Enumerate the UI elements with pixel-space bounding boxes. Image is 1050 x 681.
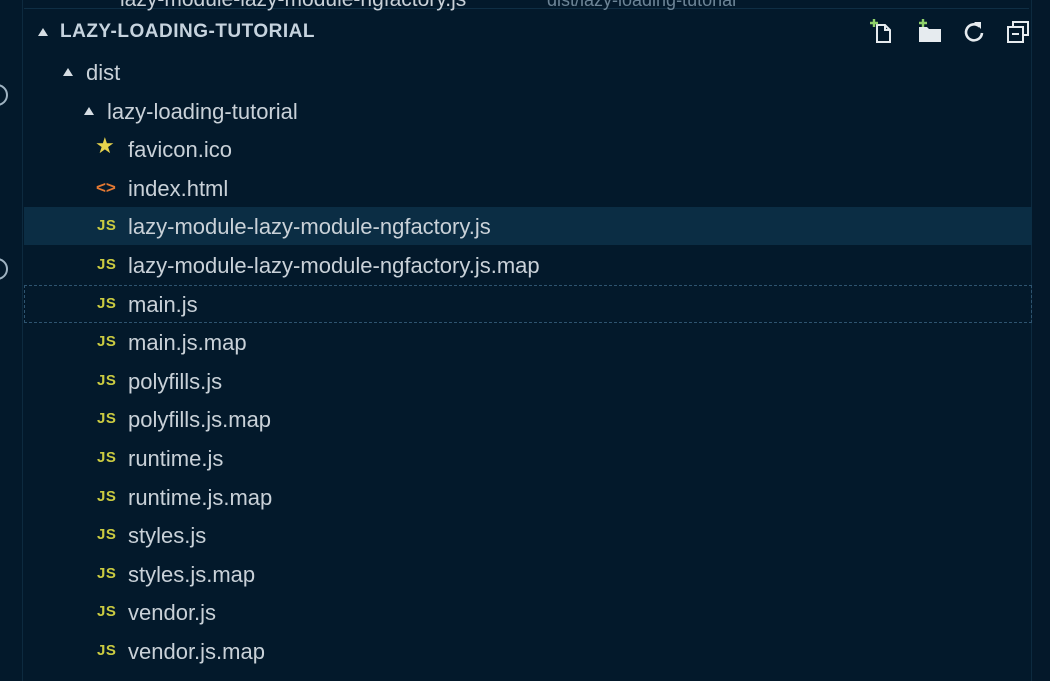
expanded-twisty-icon[interactable] [38,28,48,36]
file-label: lazy-module-lazy-module-ngfactory.js.map [128,253,540,278]
js-icon: JS [97,642,117,659]
html-icon: <> [96,177,116,197]
file-row-lazy-module-ngfactory-js-map[interactable]: JS lazy-module-lazy-module-ngfactory.js.… [24,246,1032,284]
js-icon: JS [97,603,117,621]
js-icon: JS [97,294,117,312]
expanded-twisty-icon[interactable] [84,106,94,115]
partially-visible-row[interactable]: lazy-module-lazy-module-ngfactory.js dis… [24,0,1029,12]
js-icon: JS [97,526,117,544]
expanded-twisty-icon[interactable] [63,68,73,76]
file-label: styles.js [128,523,207,549]
file-row-styles-js[interactable]: JS styles.js [24,516,1032,554]
activity-bar-edge [0,0,23,681]
star-icon: ★ [95,133,115,159]
file-row-runtime-js[interactable]: JS runtime.js [24,439,1032,477]
js-icon: JS [97,217,117,235]
file-row-styles-js-map[interactable]: JS styles.js.map [24,555,1032,593]
refresh-button[interactable] [960,18,988,46]
file-label: runtime.js [128,446,224,471]
scrollbar-track[interactable] [1031,0,1050,681]
file-row-main-js-map[interactable]: JS main.js.map [24,323,1032,361]
file-label: main.js [128,291,198,317]
partially-visible-row-label: lazy-module-lazy-module-ngfactory.js [120,0,466,12]
file-row-lazy-module-ngfactory-js[interactable]: JS lazy-module-lazy-module-ngfactory.js [24,207,1032,246]
new-file-button[interactable] [868,18,896,46]
file-row-runtime-js-map[interactable]: JS runtime.js.map [24,478,1032,516]
js-icon: JS [97,410,117,428]
folder-row-lazy-loading-tutorial[interactable]: lazy-loading-tutorial [24,92,1032,130]
folder-label: lazy-loading-tutorial [107,98,298,124]
js-icon: JS [97,333,117,351]
activity-bar-icon[interactable] [0,258,8,280]
new-folder-button[interactable] [916,18,944,46]
file-label: favicon.ico [128,137,232,163]
file-label: main.js.map [128,330,247,356]
file-label: index.html [128,175,229,201]
js-icon: JS [97,449,117,466]
refresh-icon [964,22,984,42]
partially-visible-row-path: dist/lazy-loading-tutorial [547,0,737,10]
collapse-all-button[interactable] [1004,18,1032,46]
file-label: styles.js.map [128,561,256,587]
explorer-panel: lazy-module-lazy-module-ngfactory.js dis… [0,0,1050,681]
file-row-index-html[interactable]: <> index.html [24,169,1032,207]
js-icon: JS [97,487,117,505]
file-label: runtime.js.map [128,484,273,510]
explorer-section-header[interactable]: LAZY-LOADING-TUTORIAL [24,12,1032,52]
file-label: vendor.js [128,600,217,626]
file-row-vendor-js[interactable]: JS vendor.js [24,593,1032,631]
file-row-main-js[interactable]: JS main.js [24,284,1032,323]
js-icon: JS [97,564,117,582]
new-file-icon [870,19,891,43]
file-label: vendor.js.map [128,639,265,664]
section-title: LAZY-LOADING-TUTORIAL [60,21,316,42]
file-label: lazy-module-lazy-module-ngfactory.js [128,214,491,240]
folder-row-dist[interactable]: dist [24,53,1032,91]
file-row-polyfills-js[interactable]: JS polyfills.js [24,362,1032,400]
file-label: polyfills.js [128,368,223,394]
file-row-favicon[interactable]: ★ favicon.ico [24,130,1032,168]
folder-label: dist [86,60,121,85]
collapse-all-icon [1007,21,1029,43]
file-row-polyfills-js-map[interactable]: JS polyfills.js.map [24,400,1032,438]
js-icon: JS [97,371,117,389]
file-row-vendor-js-map[interactable]: JS vendor.js.map [24,632,1032,670]
js-icon: JS [97,256,117,273]
activity-bar-icon[interactable] [0,84,8,106]
file-label: polyfills.js.map [128,407,272,433]
new-folder-icon [919,19,941,42]
